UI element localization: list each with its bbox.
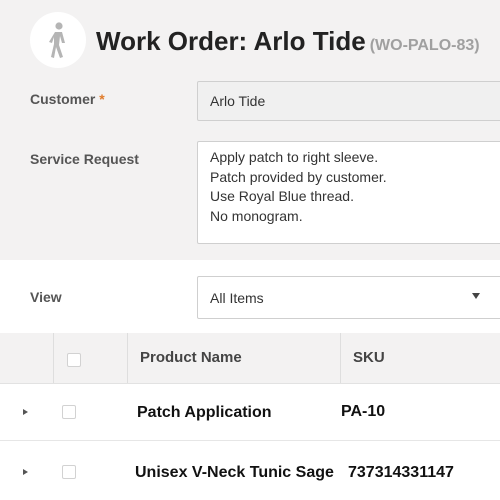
person-walking-icon [49, 22, 65, 58]
view-label: View [30, 289, 62, 305]
service-request-line: Patch provided by customer. [210, 168, 387, 185]
chevron-down-icon[interactable] [472, 293, 480, 299]
column-divider [53, 333, 54, 383]
expand-row-icon[interactable] [23, 409, 28, 415]
product-name-cell: Unisex V-Neck Tunic Sage [135, 464, 334, 481]
avatar [30, 12, 86, 68]
customer-field[interactable]: Arlo Tide [197, 81, 500, 121]
row-checkbox[interactable] [62, 465, 76, 479]
column-header-product-name[interactable]: Product Name [140, 349, 242, 366]
row-checkbox[interactable] [62, 405, 76, 419]
service-request-line: Use Royal Blue thread. [210, 188, 354, 204]
customer-label: Customer * [30, 91, 105, 107]
service-request-label: Service Request [30, 151, 139, 167]
product-name-cell: Patch Application [137, 404, 272, 421]
sku-cell: PA-10 [341, 403, 386, 420]
service-request-line: Apply patch to right sleeve. [210, 149, 379, 165]
page-title: Work Order: Arlo Tide (WO-PALO-83) [96, 26, 480, 57]
row-divider [0, 440, 500, 441]
service-request-field[interactable]: Apply patch to right sleeve. Patch provi… [197, 141, 500, 244]
select-all-checkbox[interactable] [67, 353, 81, 367]
column-divider [340, 333, 341, 383]
required-mark: * [99, 91, 105, 107]
sku-cell: 737314331147 [348, 464, 454, 481]
page-title-text: Work Order: Arlo Tide [96, 26, 366, 56]
column-divider [127, 333, 128, 383]
work-order-code: (WO-PALO-83) [369, 37, 480, 54]
expand-row-icon[interactable] [23, 469, 28, 475]
service-request-line: No monogram. [210, 207, 303, 224]
customer-label-text: Customer [30, 91, 96, 107]
view-select[interactable]: All Items [197, 276, 500, 319]
column-header-sku[interactable]: SKU [353, 349, 385, 366]
